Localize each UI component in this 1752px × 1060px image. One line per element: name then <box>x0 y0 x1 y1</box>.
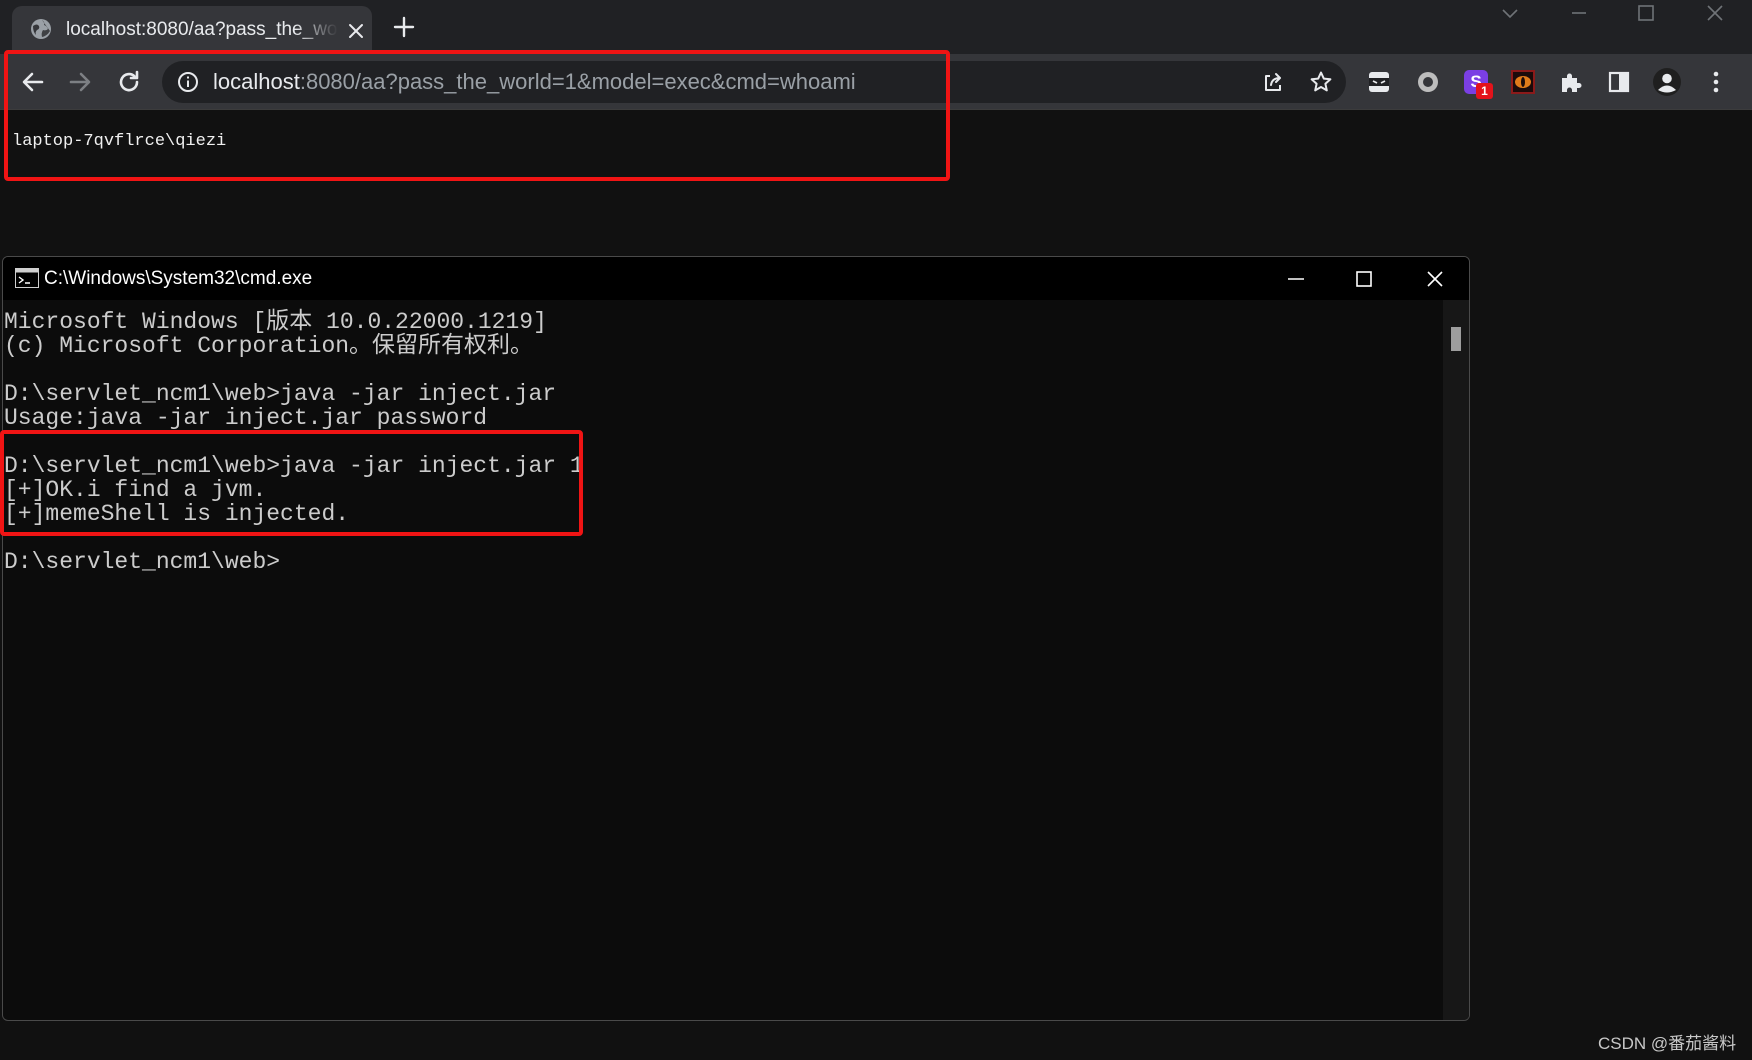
close-tab-icon[interactable] <box>345 20 367 42</box>
cmd-minimize-icon[interactable] <box>1285 268 1307 290</box>
site-info-icon[interactable] <box>177 71 199 93</box>
command-output: laptop-7qvflrce\qiezi <box>12 132 227 151</box>
extension-badge: 1 <box>1476 83 1493 99</box>
new-tab-icon[interactable] <box>393 16 415 38</box>
browser-tab[interactable]: localhost:8080/aa?pass_the_world=1&model… <box>12 6 372 54</box>
ninja-extension-icon <box>1369 72 1389 92</box>
puzzle-icon <box>1562 73 1582 92</box>
chrome-menu-button[interactable] <box>1699 65 1733 99</box>
back-button[interactable] <box>17 66 49 98</box>
side-panel-button[interactable] <box>1602 65 1636 99</box>
console-line: Microsoft Windows [版本 10.0.22000.1219] <box>4 309 547 335</box>
cmd-titlebar[interactable]: C:\Windows\System32\cmd.exe <box>3 257 1469 300</box>
url-rest: :8080/aa?pass_the_world=1&model=exec&cmd… <box>299 69 856 94</box>
console-prompt: D:\servlet_ncm1\web> <box>4 549 281 575</box>
arrow-right-icon <box>69 72 91 92</box>
s-extension-icon: S 1 <box>1464 70 1493 99</box>
maximize-icon[interactable] <box>1633 2 1659 26</box>
console-line: D:\servlet_ncm1\web>java -jar inject.jar… <box>4 453 584 479</box>
cmd-close-icon[interactable] <box>1424 268 1446 290</box>
share-icon[interactable] <box>1261 70 1285 94</box>
reload-icon <box>119 70 139 92</box>
extension-s[interactable]: S 1 <box>1459 65 1493 99</box>
minimize-icon[interactable] <box>1566 2 1592 26</box>
cmd-window: C:\Windows\System32\cmd.exe Microsoft Wi… <box>2 256 1470 1021</box>
profile-button[interactable] <box>1650 65 1684 99</box>
cmd-maximize-icon[interactable] <box>1353 268 1375 290</box>
tab-title: localhost:8080/aa?pass_the_world=1&model… <box>66 19 338 40</box>
close-window-icon[interactable] <box>1702 2 1728 26</box>
globe-icon <box>31 19 51 39</box>
url-text[interactable]: localhost:8080/aa?pass_the_world=1&model… <box>213 61 856 103</box>
kebab-menu-icon <box>1713 71 1719 93</box>
eye-extension-icon <box>1511 70 1535 94</box>
console-line: [+]memeShell is injected. <box>4 501 350 527</box>
cmd-scrollbar-thumb[interactable] <box>1451 327 1461 351</box>
extension-ninja[interactable] <box>1362 65 1396 99</box>
arrow-left-icon <box>22 72 44 92</box>
side-panel-icon <box>1608 71 1630 93</box>
cmd-scrollbar[interactable] <box>1443 300 1469 1020</box>
circle-extension-icon <box>1418 72 1438 92</box>
tab-search-icon[interactable] <box>1497 2 1523 26</box>
extension-circle[interactable] <box>1411 65 1445 99</box>
profile-icon <box>1653 68 1681 96</box>
bookmark-star-icon[interactable] <box>1309 70 1333 94</box>
console-line: [+]OK.i find a jvm. <box>4 477 267 503</box>
address-bar[interactable]: localhost:8080/aa?pass_the_world=1&model… <box>162 61 1346 103</box>
console-icon <box>15 268 39 288</box>
cmd-title: C:\Windows\System32\cmd.exe <box>44 268 313 289</box>
url-host: localhost <box>213 69 300 94</box>
browser-toolbar: localhost:8080/aa?pass_the_world=1&model… <box>0 54 1752 110</box>
browser-tab-strip: localhost:8080/aa?pass_the_world=1&model… <box>0 0 1752 54</box>
extension-eye[interactable] <box>1506 65 1540 99</box>
forward-button[interactable] <box>64 66 96 98</box>
console-line: Usage:java -jar inject.jar password <box>4 405 488 431</box>
reload-button[interactable] <box>113 66 145 98</box>
console-line: D:\servlet_ncm1\web>java -jar inject.jar <box>4 381 557 407</box>
extensions-menu-button[interactable] <box>1554 65 1588 99</box>
screen: localhost:8080/aa?pass_the_world=1&model… <box>0 0 1752 1060</box>
watermark: CSDN @番茄酱料 <box>1598 1034 1737 1053</box>
cmd-console[interactable]: Microsoft Windows [版本 10.0.22000.1219] (… <box>3 300 1443 1020</box>
console-line: (c) Microsoft Corporation。保留所有权利。 <box>4 333 534 359</box>
